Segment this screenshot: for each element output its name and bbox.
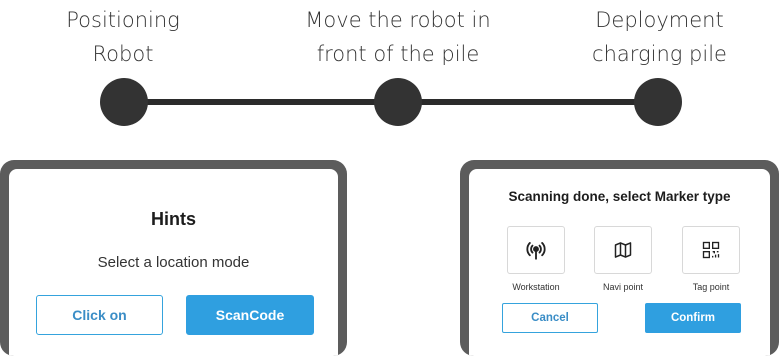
- step-1-label-line1: Positioning: [66, 8, 180, 32]
- hints-dialog: Hints Select a location mode Click on Sc…: [9, 169, 338, 356]
- step-1-label-line2: Robot: [92, 42, 154, 66]
- map-icon: [614, 242, 632, 258]
- step-1-label: Positioning Robot: [38, 3, 208, 71]
- marker-dialog-frame: Scanning done, select Marker type Workst…: [460, 160, 779, 356]
- marker-option-tag-point[interactable]: Tag point: [681, 226, 741, 292]
- step-3-node: [634, 78, 682, 126]
- step-3-label-line2: charging pile: [592, 42, 727, 66]
- navi-point-option-box[interactable]: [594, 226, 652, 274]
- click-on-button[interactable]: Click on: [36, 295, 163, 335]
- hints-title: Hints: [151, 209, 196, 229]
- step-2-label-line2: front of the pile: [316, 42, 480, 66]
- marker-dialog-title: Scanning done, select Marker type: [508, 189, 731, 204]
- navi-point-label: Navi point: [602, 282, 644, 292]
- scancode-button[interactable]: ScanCode: [186, 295, 314, 335]
- step-3-label-line1: Deployment: [595, 8, 724, 32]
- hints-message: Select a location mode: [97, 254, 250, 271]
- step-2-node: [374, 78, 422, 126]
- signal-tower-icon: [526, 242, 546, 260]
- workstation-label: Workstation: [512, 282, 560, 292]
- marker-option-navi-point[interactable]: Navi point: [593, 226, 653, 292]
- hints-dialog-frame: Hints Select a location mode Click on Sc…: [0, 160, 347, 356]
- tag-point-label: Tag point: [692, 282, 730, 292]
- step-2-label: Move the robot in front of the pile: [298, 3, 498, 71]
- step-2-label-line1: Move the robot in: [305, 8, 491, 32]
- tag-point-option-box[interactable]: [682, 226, 740, 274]
- step-1-node: [100, 78, 148, 126]
- step-3-label: Deployment charging pile: [572, 3, 747, 71]
- workstation-option-box[interactable]: [507, 226, 565, 274]
- marker-option-workstation[interactable]: Workstation: [506, 226, 566, 292]
- cancel-button[interactable]: Cancel: [502, 303, 598, 333]
- marker-dialog: Scanning done, select Marker type Workst…: [469, 169, 770, 356]
- qr-code-icon: [702, 241, 720, 259]
- confirm-button[interactable]: Confirm: [645, 303, 741, 333]
